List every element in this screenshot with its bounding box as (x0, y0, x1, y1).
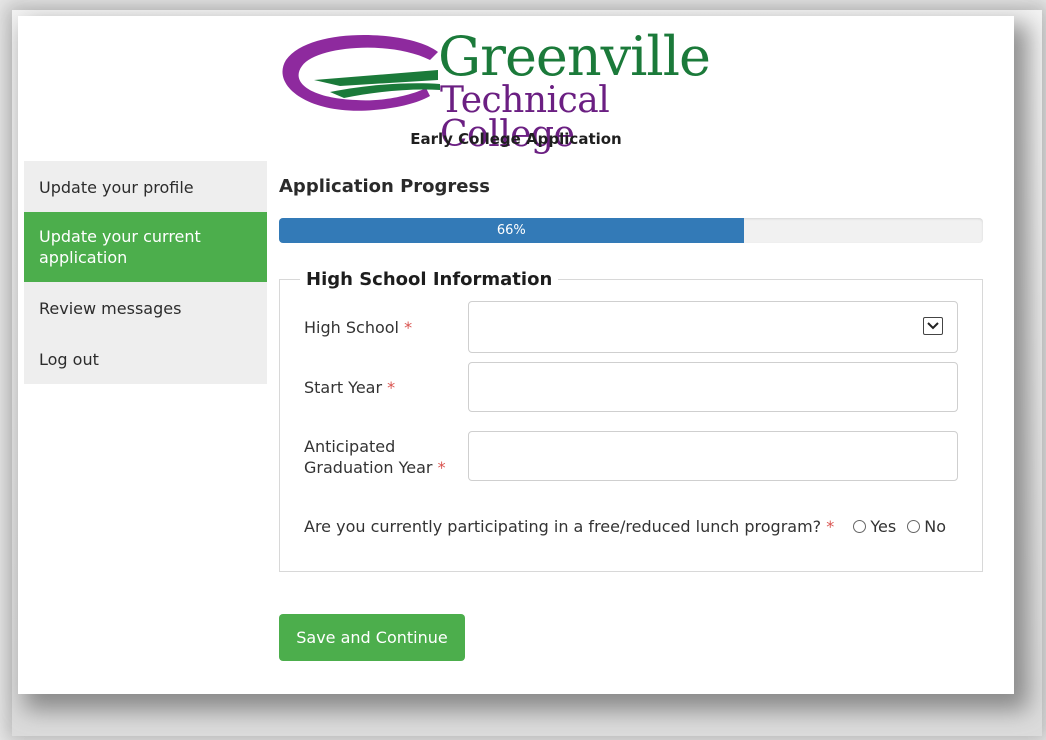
sidebar-item-update-profile[interactable]: Update your profile (24, 161, 267, 212)
sidebar-item-update-application[interactable]: Update your current application (24, 212, 267, 282)
sidebar-item-review-messages[interactable]: Review messages (24, 282, 267, 333)
required-marker: * (437, 458, 446, 477)
main-content: Application Progress 66% High School Inf… (279, 176, 983, 572)
grad-year-label: Anticipated Graduation Year * (304, 436, 464, 478)
sidebar-nav: Update your profile Update your current … (24, 161, 267, 384)
progress-bar: 66% (279, 218, 744, 243)
high-school-select[interactable] (468, 301, 958, 353)
lunch-yes-radio[interactable] (853, 520, 867, 533)
fieldset-legend: High School Information (300, 269, 559, 291)
start-year-label-text: Start Year (304, 378, 383, 397)
grad-year-input[interactable] (468, 431, 958, 481)
save-and-continue-button[interactable]: Save and Continue (279, 614, 465, 661)
lunch-yes-label[interactable]: Yes (870, 517, 896, 536)
progress-title: Application Progress (279, 176, 490, 197)
page-subtitle: Early College Application (410, 130, 622, 148)
required-marker: * (826, 517, 835, 536)
lunch-no-radio[interactable] (907, 520, 921, 533)
lunch-program-row: Are you currently participating in a fre… (304, 517, 950, 536)
high-school-label: High School * (304, 317, 464, 338)
logo-line-1: Greenville (438, 25, 711, 88)
college-logo: Greenville Technical College (270, 25, 754, 153)
required-marker: * (387, 378, 396, 397)
sidebar-item-log-out[interactable]: Log out (24, 333, 267, 384)
grad-year-label-line1: Anticipated (304, 437, 396, 456)
start-year-input[interactable] (468, 362, 958, 412)
high-school-row: High School * (304, 301, 958, 353)
start-year-row: Start Year * (304, 362, 958, 412)
required-marker: * (404, 318, 413, 337)
high-school-label-text: High School (304, 318, 399, 337)
progress-track: 66% (279, 218, 983, 243)
lunch-program-question: Are you currently participating in a fre… (304, 517, 822, 536)
high-school-fieldset: High School Information High School * St… (279, 269, 983, 572)
application-card: Greenville Technical College Early Colle… (18, 16, 1014, 694)
chevron-down-icon[interactable] (923, 317, 943, 335)
start-year-label: Start Year * (304, 377, 464, 398)
lunch-no-label[interactable]: No (924, 517, 946, 536)
grad-year-label-line2: Graduation Year (304, 458, 433, 477)
grad-year-row: Anticipated Graduation Year * (304, 431, 958, 481)
